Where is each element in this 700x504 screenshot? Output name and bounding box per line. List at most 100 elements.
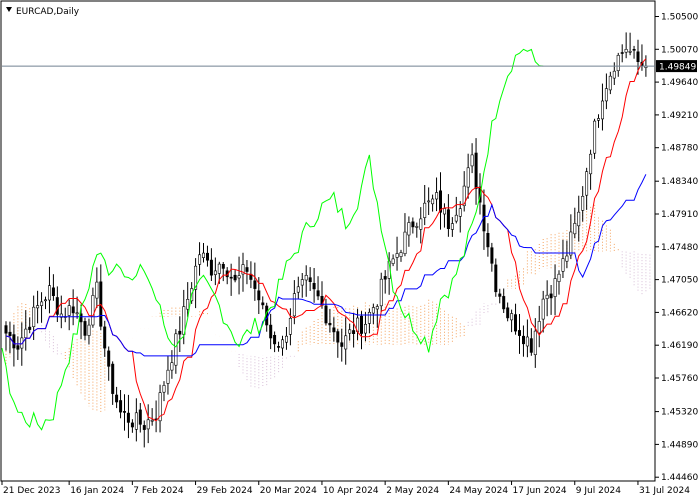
- candle-body: [553, 278, 557, 297]
- chart-border: [0, 0, 656, 482]
- candle-body: [32, 306, 36, 328]
- candle-body: [269, 324, 273, 339]
- x-tick-label: 31 Jul 2024: [639, 486, 690, 496]
- candle-body: [352, 330, 356, 335]
- candle-body: [170, 362, 174, 371]
- x-tick-label: 9 Jul 2024: [576, 486, 621, 496]
- price-chart[interactable]: 1.50500 1.50070 1.49640 1.49210 1.48780 1.483…: [0, 0, 700, 500]
- candle-body: [257, 290, 261, 301]
- candle-body: [312, 282, 316, 290]
- x-tick-label: 10 Apr 2024: [323, 486, 379, 496]
- candle-body: [245, 267, 249, 272]
- candle-body: [111, 363, 115, 394]
- candle-body: [632, 48, 636, 51]
- candle-body: [454, 214, 458, 222]
- candle-body: [126, 412, 130, 423]
- candle-body: [573, 223, 577, 235]
- candle-body: [237, 275, 241, 279]
- candle-body: [206, 252, 210, 261]
- candle-body: [435, 192, 439, 200]
- candle-body: [202, 252, 206, 258]
- candle-body: [146, 419, 150, 430]
- candle-body: [608, 75, 612, 91]
- chart-title[interactable]: EURCAD,Daily: [6, 7, 80, 17]
- candle-body: [36, 305, 40, 309]
- chart-window[interactable]: 1.50500 1.50070 1.49640 1.49210 1.48780 1.483…: [0, 0, 700, 500]
- candle-body: [277, 346, 281, 348]
- candle-body: [557, 273, 561, 282]
- candle-body: [521, 335, 525, 345]
- candle-body: [367, 311, 371, 324]
- candle-body: [40, 301, 44, 306]
- y-tick-label: 1.48780: [661, 144, 698, 154]
- candle-body: [103, 326, 107, 349]
- candle-body: [423, 202, 427, 218]
- candle-body: [348, 329, 352, 334]
- candle-body: [474, 152, 478, 189]
- candle-body: [340, 342, 344, 347]
- y-tick-label: 1.48340: [661, 177, 698, 187]
- candle-body: [300, 279, 304, 286]
- candle-body: [506, 307, 510, 319]
- candle-body: [391, 258, 395, 264]
- candle-body: [620, 52, 624, 54]
- candle-body: [186, 298, 190, 310]
- candle-body: [296, 286, 300, 293]
- candle-body: [253, 280, 257, 289]
- candle-body: [71, 306, 75, 314]
- candle-body: [577, 211, 581, 227]
- candle-body: [328, 322, 332, 326]
- candle-body: [510, 313, 514, 321]
- candle-body: [134, 412, 138, 430]
- y-axis: 1.50500 1.50070 1.49640 1.49210 1.48780 1.483…: [655, 13, 698, 483]
- y-tick-label: 1.47050: [661, 276, 698, 286]
- x-tick-label: 24 May 2024: [449, 486, 508, 496]
- candle-body: [107, 350, 111, 367]
- y-tick-label: 1.49640: [661, 78, 698, 88]
- y-tick-label: 1.44460: [661, 473, 698, 483]
- candle-body: [490, 247, 494, 264]
- candle-body: [537, 321, 541, 334]
- candle-body: [585, 171, 589, 196]
- y-tick-label: 1.50070: [661, 45, 698, 55]
- candle-body: [221, 263, 225, 269]
- candle-body: [624, 48, 628, 53]
- candle-body: [561, 258, 565, 272]
- candle-body: [198, 254, 202, 265]
- candle-body: [450, 223, 454, 230]
- candle-body: [616, 54, 620, 71]
- candle-body: [589, 153, 593, 175]
- candle-body: [4, 325, 8, 334]
- y-tick-label: 1.46190: [661, 341, 698, 351]
- candle-body: [604, 88, 608, 102]
- candle-body: [545, 294, 549, 299]
- current-price-label: 1.49849: [659, 63, 696, 73]
- candle-body: [229, 276, 233, 279]
- x-tick-label: 2 May 2024: [386, 486, 439, 496]
- candle-body: [233, 274, 237, 281]
- candle-body: [636, 51, 640, 62]
- x-tick-label: 29 Feb 2024: [197, 486, 253, 496]
- candle-body: [529, 338, 533, 353]
- candle-body: [458, 208, 462, 217]
- candle-body: [280, 339, 284, 349]
- candle-body: [375, 306, 379, 310]
- candle-body: [442, 208, 446, 215]
- x-tick-label: 7 Feb 2024: [133, 486, 184, 496]
- candle-body: [371, 307, 375, 314]
- candle-body: [115, 394, 119, 403]
- candle-body: [581, 196, 585, 211]
- candle-body: [600, 100, 604, 120]
- candle-body: [517, 330, 521, 336]
- candle-body: [213, 270, 217, 275]
- candle-body: [142, 425, 146, 430]
- candle-body: [67, 305, 71, 316]
- candle-body: [288, 317, 292, 335]
- y-tick-label: 1.44890: [661, 440, 698, 450]
- candle-body: [91, 295, 95, 326]
- candle-body: [217, 263, 221, 274]
- candle-body: [612, 70, 616, 79]
- y-tick-label: 1.47910: [661, 210, 698, 220]
- candle-body: [446, 209, 450, 229]
- candle-body: [43, 299, 47, 302]
